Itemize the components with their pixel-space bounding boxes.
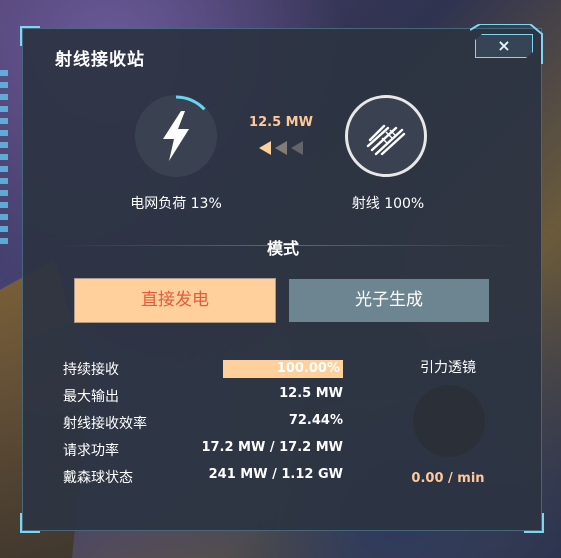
stat-value: 72.44% (288, 413, 343, 428)
stat-label: 戴森球状态 (63, 470, 133, 486)
lightning-bolt-icon (163, 111, 189, 161)
ray-receiver-panel: 射线接收站 × 电网负荷 13% 12.5 MW 射线 100% 模式 直接发电… (20, 26, 544, 533)
frame-corner (20, 513, 40, 533)
mode-heading: 模式 (266, 239, 299, 258)
transfer-power-value: 12.5 MW (249, 115, 313, 130)
stat-value: 241 MW / 1.12 GW (208, 467, 343, 482)
progress-value: 100.00% (276, 361, 340, 376)
stat-label: 射线接收效率 (63, 416, 147, 432)
stat-label: 最大输出 (63, 389, 119, 405)
grid-load-label: 电网负荷 13% (130, 196, 222, 212)
mode-photon-generation-button[interactable]: 光子生成 (289, 279, 489, 322)
ray-beam-icon (366, 124, 406, 156)
stat-value: 17.2 MW / 17.2 MW (201, 440, 343, 455)
stat-label: 持续接收 (63, 362, 119, 378)
grid-load-gauge (135, 95, 217, 177)
flow-left-arrows-icon (259, 141, 303, 155)
frame-corner (524, 513, 544, 533)
mode-direct-power-button[interactable]: 直接发电 (75, 279, 275, 322)
stat-row-continuous-receive: 持续接收 100.00% (63, 359, 343, 379)
gravitational-lens-label: 引力透镜 (420, 360, 476, 376)
gravitational-lens-slot[interactable] (413, 385, 485, 457)
stat-row-dyson-sphere-state: 戴森球状态 241 MW / 1.12 GW (63, 467, 343, 487)
ray-strength-label: 射线 100% (351, 196, 425, 212)
window-title: 射线接收站 (55, 50, 145, 70)
frame-corner (20, 26, 40, 46)
stat-value: 12.5 MW (279, 386, 343, 401)
frame-top-right-notch (470, 24, 543, 64)
stat-row-request-power: 请求功率 17.2 MW / 17.2 MW (63, 440, 343, 460)
stat-row-efficiency: 射线接收效率 72.44% (63, 413, 343, 433)
continuous-receive-progress: 100.00% (223, 360, 343, 378)
lens-consumption-rate: 0.00 / min (411, 471, 485, 486)
stat-row-max-output: 最大输出 12.5 MW (63, 386, 343, 406)
stat-label: 请求功率 (63, 443, 119, 459)
background-light-strip (0, 70, 8, 250)
ray-beam-gauge (345, 95, 427, 177)
